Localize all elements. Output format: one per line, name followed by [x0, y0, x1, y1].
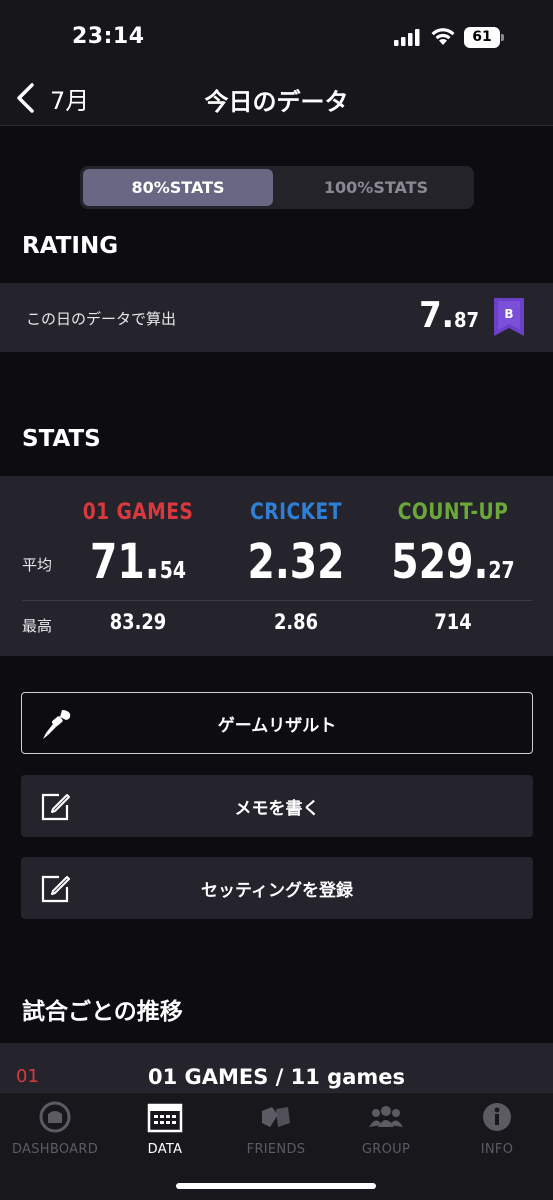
tab-dashboard[interactable]: DASHBOARD: [0, 1101, 110, 1157]
tab-group-label: GROUP: [361, 1142, 411, 1157]
stats-divider: [22, 600, 532, 601]
tab-info-label: INFO: [480, 1142, 514, 1157]
stat-avg-count-up: 529.27: [391, 534, 515, 590]
rating-section-title: RATING: [22, 233, 119, 259]
rating-class-badge-icon: B: [494, 298, 524, 336]
stat-max-01-games: 83.29: [109, 610, 167, 634]
rating-value-int: 7.: [419, 295, 454, 336]
tab-dashboard-label: DASHBOARD: [11, 1142, 99, 1157]
tab-friends[interactable]: FRIENDS: [221, 1101, 331, 1157]
games-title: 01 GAMES / 11 games: [147, 1065, 406, 1089]
stat-header-cricket: CRICKET: [250, 500, 342, 525]
rating-label: この日のデータで算出: [26, 310, 177, 328]
data-icon: [147, 1103, 183, 1133]
edit-note-icon: [41, 875, 70, 903]
tab-friends-label: FRIENDS: [246, 1142, 306, 1157]
dashboard-icon: [39, 1101, 71, 1133]
tab-info[interactable]: INFO: [442, 1101, 552, 1157]
rating-value-dec: 87: [453, 308, 479, 332]
status-bar: 23:14 61: [0, 0, 553, 70]
tab-data[interactable]: DATA: [110, 1101, 220, 1157]
dart-icon: [43, 710, 71, 739]
stats-segmented-control: 80%STATS 100%STATS: [80, 166, 474, 209]
rating-value: 7.87: [419, 295, 479, 336]
stat-header-01-games: 01 GAMES: [82, 500, 194, 525]
write-memo-button[interactable]: メモを書く: [21, 775, 533, 837]
tab-group[interactable]: GROUP: [331, 1101, 441, 1157]
segment-100-stats[interactable]: 100%STATS: [281, 169, 471, 206]
info-icon: [483, 1103, 511, 1131]
edit-note-icon: [41, 793, 70, 821]
segment-80-stats[interactable]: 80%STATS: [83, 169, 273, 206]
battery-level: 61: [472, 29, 492, 45]
home-indicator: [176, 1183, 376, 1189]
battery-icon: 61: [464, 27, 504, 48]
group-icon: [369, 1106, 403, 1127]
rating-row: この日のデータで算出 7.87: [0, 283, 553, 352]
stat-avg-01-games: 71.54: [90, 534, 186, 590]
rating-badge-letter: B: [504, 307, 513, 321]
wifi-icon: [431, 28, 455, 45]
register-setting-label: セッティングを登録: [201, 880, 353, 901]
stat-max-label: 最高: [22, 617, 53, 635]
write-memo-label: メモを書く: [234, 798, 320, 819]
tab-data-label: DATA: [147, 1142, 183, 1157]
status-time: 23:14: [72, 24, 145, 49]
friends-icon: [262, 1107, 290, 1127]
page-title: 今日のデータ: [204, 88, 349, 116]
stat-avg-label: 平均: [22, 556, 53, 574]
stat-header-count-up: COUNT-UP: [397, 500, 509, 525]
nav-bar: 7月 今日のデータ: [0, 70, 553, 126]
register-setting-button[interactable]: セッティングを登録: [21, 857, 533, 919]
stat-max-cricket: 2.86: [273, 610, 319, 634]
game-result-label: ゲームリザルト: [217, 715, 337, 736]
stat-max-count-up: 714: [434, 610, 472, 634]
stats-panel: 01 GAMES CRICKET COUNT-UP 平均 71.54 2.32 …: [0, 476, 553, 656]
transition-section-title: 試合ごとの推移: [22, 999, 183, 1025]
stats-section-title: STATS: [22, 426, 101, 452]
cellular-signal-icon: [394, 29, 420, 46]
stat-avg-cricket: 2.32: [247, 534, 345, 590]
game-result-button[interactable]: ゲームリザルト: [21, 692, 533, 754]
